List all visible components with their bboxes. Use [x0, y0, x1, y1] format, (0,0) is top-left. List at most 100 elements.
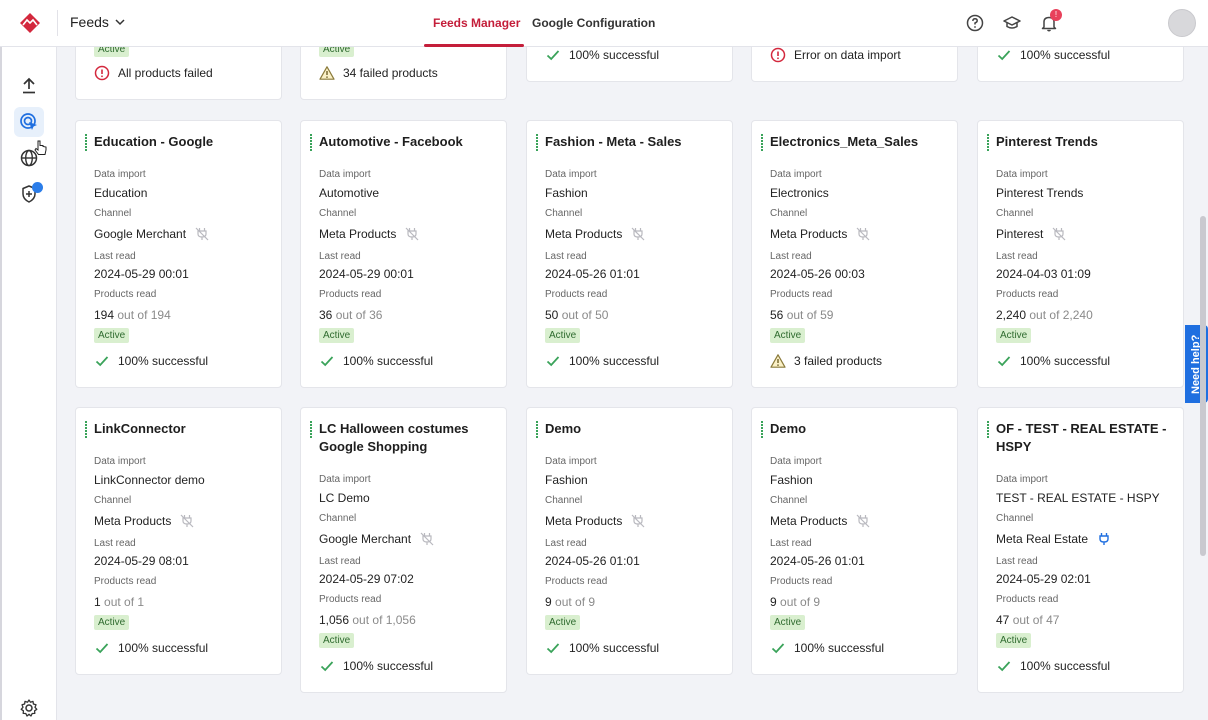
last-read-value: 2024-05-29 00:01	[94, 267, 189, 281]
feed-card[interactable]: Pinterest Trends Data import Pinterest T…	[977, 120, 1184, 388]
app-selector-label: Feeds	[70, 14, 109, 30]
out-of-text: out of	[352, 613, 383, 627]
products-read-value: 1 out of 1	[94, 595, 144, 609]
feed-title[interactable]: LC Halloween costumes Google Shopping	[319, 420, 499, 456]
feed-title[interactable]: Automotive - Facebook	[319, 133, 499, 151]
data-import-label: Data import	[770, 169, 822, 180]
feed-title[interactable]: Fashion - Meta - Sales	[545, 133, 725, 151]
result-text: 100% successful	[118, 641, 209, 655]
products-total-count: 59	[820, 308, 834, 322]
products-read-label: Products read	[94, 576, 157, 587]
upload-icon[interactable]	[18, 75, 40, 97]
status-badge: Active	[94, 328, 130, 343]
card-accent-bar	[761, 134, 763, 152]
products-read-count: 2,240	[996, 308, 1027, 322]
last-read-value: 2024-05-26 01:01	[770, 554, 865, 568]
app-selector[interactable]: Feeds	[70, 14, 125, 30]
products-read-label: Products read	[770, 576, 833, 587]
tab-google-configuration[interactable]: Google Configuration	[532, 16, 655, 30]
feed-title[interactable]: Electronics_Meta_Sales	[770, 133, 950, 151]
result-text: 100% successful	[569, 641, 660, 655]
feed-title[interactable]: Demo	[545, 420, 725, 438]
products-total-count: 9	[813, 595, 821, 609]
plug-on-icon[interactable]	[1096, 531, 1112, 547]
data-import-value: Fashion	[545, 473, 588, 487]
products-read-value: 9 out of 9	[545, 595, 595, 609]
out-of-text: out of	[786, 308, 817, 322]
data-import-text: Automotive	[319, 186, 380, 200]
gear-icon[interactable]	[18, 697, 40, 719]
check-icon	[94, 353, 110, 369]
feed-title[interactable]: Education - Google	[94, 133, 274, 151]
products-total-count: 194	[150, 308, 171, 322]
feed-card[interactable]: OF - TEST - REAL ESTATE - HSPY Data impo…	[977, 407, 1184, 693]
feed-card[interactable]: Fashion - Meta - Sales Data import Fashi…	[526, 120, 733, 388]
plug-off-icon[interactable]	[194, 226, 210, 242]
check-icon	[319, 658, 335, 674]
products-read-count: 36	[319, 308, 333, 322]
data-import-value: Electronics	[770, 186, 829, 200]
last-read-label: Last read	[996, 556, 1038, 567]
graduation-cap-icon[interactable]	[1002, 13, 1022, 33]
data-import-label: Data import	[770, 456, 822, 467]
plug-off-icon[interactable]	[630, 226, 646, 242]
plug-off-icon[interactable]	[404, 226, 420, 242]
data-import-label: Data import	[319, 169, 371, 180]
plug-off-icon[interactable]	[855, 513, 871, 529]
products-total-count: 1	[137, 595, 145, 609]
products-total-count: 2,240	[1062, 308, 1093, 322]
out-of-text: out of	[780, 595, 811, 609]
data-import-value: Fashion	[770, 473, 813, 487]
feed-card[interactable]: LinkConnector Data import LinkConnector …	[75, 407, 282, 675]
plug-off-icon[interactable]	[179, 513, 195, 529]
plug-off-icon[interactable]	[1051, 226, 1067, 242]
help-icon[interactable]	[965, 13, 985, 33]
products-total-count: 1,056	[385, 613, 416, 627]
feed-result: 100% successful	[319, 353, 433, 369]
plug-off-icon[interactable]	[419, 531, 435, 547]
last-read-label: Last read	[319, 556, 361, 567]
products-read-value: 36 out of 36	[319, 308, 382, 322]
products-read-count: 47	[996, 613, 1010, 627]
feed-card[interactable]: Automotive - Facebook Data import Automo…	[300, 120, 507, 388]
result-text: 34 failed products	[343, 66, 438, 80]
last-read-value: 2024-04-03 01:09	[996, 267, 1091, 281]
last-read-text: 2024-05-29 02:01	[996, 572, 1091, 586]
avatar[interactable]	[1168, 9, 1196, 37]
feed-card[interactable]: Demo Data import Fashion Channel Meta Pr…	[751, 407, 958, 675]
plug-off-icon[interactable]	[855, 226, 871, 242]
feed-card[interactable]: Education - Google Data import Education…	[75, 120, 282, 388]
products-read-label: Products read	[94, 289, 157, 300]
scrollbar[interactable]	[1200, 216, 1206, 556]
tab-feeds-manager[interactable]: Feeds Manager	[433, 16, 520, 30]
data-import-label: Data import	[94, 456, 146, 467]
feed-card[interactable]: LC Halloween costumes Google Shopping Da…	[300, 407, 507, 693]
status-badge: Active	[996, 328, 1032, 343]
result-text: 100% successful	[569, 48, 660, 62]
feed-title[interactable]: OF - TEST - REAL ESTATE - HSPY	[996, 420, 1176, 456]
products-total-count: 9	[588, 595, 596, 609]
plug-off-icon[interactable]	[630, 513, 646, 529]
data-import-label: Data import	[545, 169, 597, 180]
products-read-label: Products read	[545, 289, 608, 300]
status-badge: Active	[770, 615, 806, 630]
out-of-text: out of	[1029, 308, 1060, 322]
last-read-value: 2024-05-29 08:01	[94, 554, 189, 568]
channel-value: Google Merchant	[319, 531, 435, 547]
channel-text: Meta Products	[770, 227, 848, 241]
status-badge: Active	[545, 328, 581, 343]
last-read-label: Last read	[545, 538, 587, 549]
feed-result: All products failed	[94, 65, 213, 81]
channel-value: Pinterest	[996, 226, 1067, 242]
app-logo-icon[interactable]	[19, 12, 41, 34]
feed-result: 100% successful	[545, 353, 659, 369]
feed-title[interactable]: Pinterest Trends	[996, 133, 1176, 151]
feed-card[interactable]: Demo Data import Fashion Channel Meta Pr…	[526, 407, 733, 675]
feed-card[interactable]: Electronics_Meta_Sales Data import Elect…	[751, 120, 958, 388]
data-import-label: Data import	[545, 456, 597, 467]
feeds-signal-icon[interactable]	[18, 111, 40, 133]
feed-title[interactable]: LinkConnector	[94, 420, 274, 438]
last-read-label: Last read	[996, 251, 1038, 262]
feed-title[interactable]: Demo	[770, 420, 950, 438]
channel-text: Google Merchant	[319, 532, 412, 546]
